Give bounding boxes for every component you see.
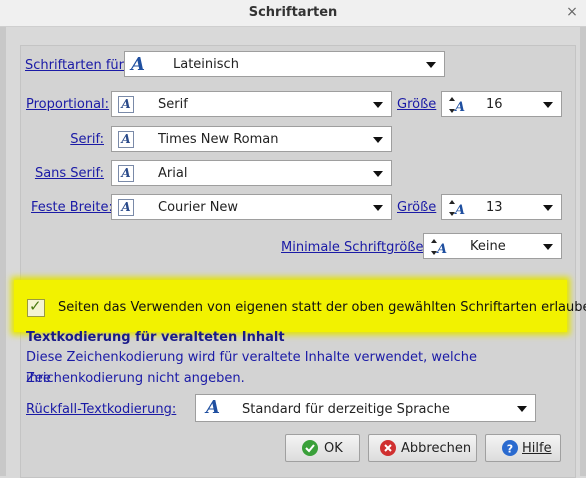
monospace-size-value: 13 xyxy=(486,200,503,215)
fallback-encoding-select[interactable]: A Standard für derzeitige Sprache xyxy=(195,394,536,422)
proportional-size-label: Größe xyxy=(397,97,437,112)
monospace-size-select[interactable]: A 13 xyxy=(441,194,562,220)
right-edge xyxy=(580,27,586,476)
svg-text:A: A xyxy=(435,242,447,257)
monospace-select[interactable]: A Courier New xyxy=(111,194,392,220)
encoding-description-line2: Zeichenkodierung nicht angeben. xyxy=(26,371,245,386)
font-size-icon: A xyxy=(449,97,465,115)
min-size-label: Minimale Schriftgröße: xyxy=(281,240,428,255)
svg-text:?: ? xyxy=(507,443,513,456)
title-bar: Schriftarten × xyxy=(0,0,586,27)
font-type-icon: A xyxy=(206,397,220,418)
chevron-down-icon xyxy=(543,205,553,211)
font-type-icon: A xyxy=(131,54,145,75)
fonts-for-select[interactable]: A Lateinisch xyxy=(124,51,445,77)
monospace-value: Courier New xyxy=(158,200,239,215)
font-size-icon: A xyxy=(449,200,465,218)
monospace-label: Feste Breite: xyxy=(31,200,113,215)
serif-select[interactable]: A Times New Roman xyxy=(111,126,392,152)
svg-text:A: A xyxy=(453,100,465,115)
fonts-for-label: Schriftarten für: xyxy=(25,58,129,73)
font-size-icon: A xyxy=(431,239,447,257)
fonts-for-value: Lateinisch xyxy=(173,57,239,72)
min-size-value: Keine xyxy=(470,239,506,254)
fallback-encoding-value: Standard für derzeitige Sprache xyxy=(242,402,450,417)
font-icon: A xyxy=(118,131,134,148)
help-button[interactable]: ? Hilfe xyxy=(485,434,561,462)
cancel-label: Abbrechen xyxy=(401,441,472,456)
close-icon[interactable]: × xyxy=(564,4,580,20)
chevron-down-icon xyxy=(373,137,383,143)
chevron-down-icon xyxy=(373,171,383,177)
font-icon: A xyxy=(118,199,134,216)
encoding-heading: Textkodierung für veralteten Inhalt xyxy=(26,330,285,345)
help-circle-icon: ? xyxy=(502,440,518,456)
ok-button[interactable]: OK xyxy=(285,434,360,462)
chevron-down-icon xyxy=(373,102,383,108)
monospace-size-label: Größe xyxy=(397,200,437,215)
proportional-size-value: 16 xyxy=(486,97,503,112)
check-circle-icon xyxy=(302,440,318,456)
serif-value: Times New Roman xyxy=(158,132,279,147)
serif-label: Serif: xyxy=(70,132,104,147)
svg-text:A: A xyxy=(453,203,465,218)
min-size-select[interactable]: A Keine xyxy=(423,233,562,259)
sans-serif-label: Sans Serif: xyxy=(34,166,104,181)
allow-fonts-label[interactable]: Seiten das Verwenden von eigenen statt d… xyxy=(58,300,586,315)
fallback-encoding-label: Rückfall-Textkodierung: xyxy=(26,402,177,417)
chevron-down-icon xyxy=(543,244,553,250)
chevron-down-icon xyxy=(426,62,436,68)
font-icon: A xyxy=(118,165,134,182)
help-label: Hilfe xyxy=(522,441,552,456)
left-edge xyxy=(0,27,6,476)
cancel-circle-icon xyxy=(380,440,396,456)
checkmark-icon: ✓ xyxy=(29,297,42,315)
chevron-down-icon xyxy=(517,406,527,412)
allow-fonts-checkbox[interactable]: ✓ xyxy=(27,297,45,317)
sans-serif-value: Arial xyxy=(158,166,188,181)
proportional-select[interactable]: A Serif xyxy=(111,91,392,117)
chevron-down-icon xyxy=(373,205,383,211)
proportional-label: Proportional: xyxy=(26,97,110,112)
font-icon: A xyxy=(118,96,134,113)
proportional-size-select[interactable]: A 16 xyxy=(441,91,562,117)
cancel-button[interactable]: Abbrechen xyxy=(368,434,477,462)
window-title: Schriftarten xyxy=(248,5,338,20)
sans-serif-select[interactable]: A Arial xyxy=(111,160,392,186)
chevron-down-icon xyxy=(543,102,553,108)
proportional-value: Serif xyxy=(158,97,188,112)
ok-label: OK xyxy=(324,441,343,456)
